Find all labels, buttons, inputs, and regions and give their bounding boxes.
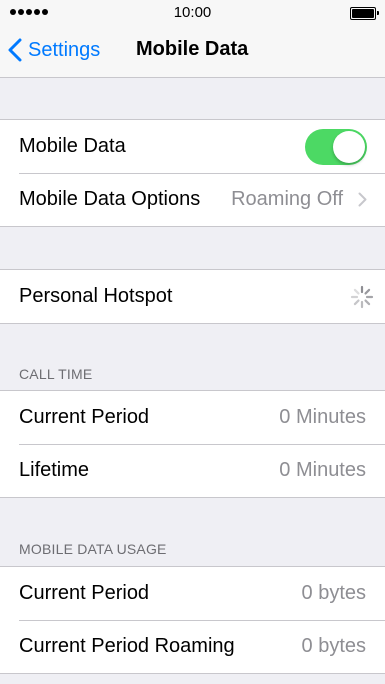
data-usage-current-period-row: Current Period 0 bytes: [0, 567, 385, 620]
call-time-lifetime-row: Lifetime 0 Minutes: [0, 444, 385, 497]
call-time-group: Current Period 0 Minutes Lifetime 0 Minu…: [0, 390, 385, 498]
back-button-label: Settings: [28, 38, 101, 61]
mobile-data-usage-header: MOBILE DATA USAGE: [19, 541, 167, 557]
mobile-data-toggle[interactable]: [305, 128, 367, 165]
call-time-current-period-label: Current Period: [19, 406, 150, 428]
mobile-data-label: Mobile Data: [19, 135, 126, 157]
status-bar: 10:00: [0, 0, 385, 24]
data-usage-roaming-label: Current Period Roaming: [19, 635, 235, 657]
mobile-data-group: Mobile Data Mobile Data Options Roaming …: [0, 119, 385, 227]
loading-spinner-icon: [350, 285, 374, 308]
data-usage-current-period-value: 0 bytes: [301, 582, 366, 604]
call-time-current-period-value: 0 Minutes: [279, 406, 366, 428]
call-time-current-period-row: Current Period 0 Minutes: [0, 391, 385, 444]
page-title: Mobile Data: [136, 38, 249, 60]
navigation-bar: Settings Mobile Data: [0, 24, 385, 78]
toggle-knob: [333, 130, 365, 163]
call-time-lifetime-value: 0 Minutes: [279, 459, 366, 481]
mobile-data-options-label: Mobile Data Options: [19, 188, 201, 210]
mobile-data-usage-group: Current Period 0 bytes Current Period Ro…: [0, 566, 385, 674]
call-time-header: CALL TIME: [19, 366, 93, 382]
mobile-data-options-row[interactable]: Mobile Data Options Roaming Off: [0, 173, 385, 226]
data-usage-roaming-row: Current Period Roaming 0 bytes: [0, 620, 385, 673]
chevron-left-icon: [8, 38, 22, 62]
back-button[interactable]: Settings: [8, 36, 100, 64]
battery-icon: [350, 7, 379, 20]
personal-hotspot-label: Personal Hotspot: [19, 285, 173, 307]
mobile-data-row: Mobile Data: [0, 120, 385, 173]
mobile-data-options-value: Roaming Off: [231, 188, 343, 210]
personal-hotspot-row[interactable]: Personal Hotspot: [0, 270, 385, 323]
chevron-right-icon: [358, 192, 367, 207]
data-usage-current-period-label: Current Period: [19, 582, 150, 604]
status-time: 10:00: [173, 4, 212, 21]
personal-hotspot-group: Personal Hotspot: [0, 269, 385, 324]
call-time-lifetime-label: Lifetime: [19, 459, 90, 481]
data-usage-roaming-value: 0 bytes: [301, 635, 366, 657]
